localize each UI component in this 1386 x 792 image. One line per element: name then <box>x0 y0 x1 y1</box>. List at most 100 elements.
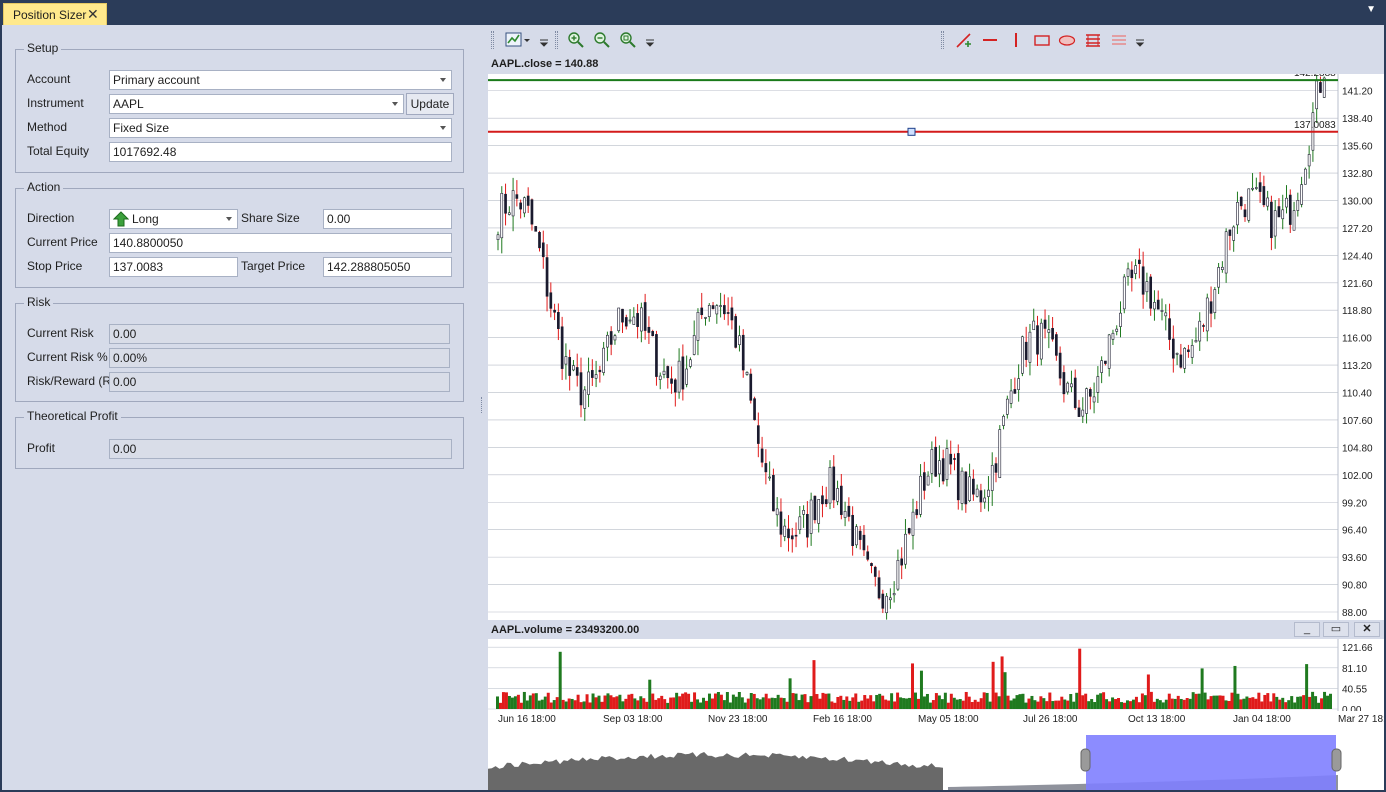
current-price-label: Current Price <box>27 235 98 249</box>
candle-body <box>1190 345 1194 358</box>
candle-body <box>598 369 602 373</box>
volume-bar <box>1072 701 1076 709</box>
overview-navigator[interactable] <box>488 735 1384 790</box>
candle-body <box>1149 276 1153 309</box>
target-price-input[interactable]: 142.288805050 <box>323 257 452 277</box>
volume-bar <box>1027 698 1031 709</box>
volume-bar <box>1176 695 1180 709</box>
splitter-grip[interactable] <box>481 397 483 413</box>
panel-splitter[interactable] <box>478 25 487 790</box>
volume-bar <box>1033 700 1037 709</box>
volume-bar <box>979 698 983 709</box>
volume-bar <box>836 696 840 709</box>
chevron-down-icon[interactable] <box>523 31 531 49</box>
account-select[interactable]: Primary account <box>109 70 452 90</box>
chart-type-icon[interactable] <box>505 31 523 49</box>
volume-bar <box>1039 696 1043 709</box>
volume-bar <box>1194 693 1198 709</box>
volume-bar <box>1134 696 1138 709</box>
volume-chart-svg[interactable]: 121.6681.1040.550.00 <box>488 639 1384 716</box>
volume-bar <box>1036 701 1040 709</box>
stop-price-input[interactable]: 137.0083 <box>109 257 238 277</box>
share-size-input[interactable]: 0.00 <box>323 209 452 229</box>
zoom-fit-icon[interactable] <box>619 31 637 49</box>
overflow-chevron-icon[interactable] <box>1135 31 1145 49</box>
toolbar-grip[interactable] <box>941 31 944 49</box>
y-tick-label: 138.40 <box>1342 114 1373 125</box>
volume-bar <box>1278 699 1282 709</box>
price-chart-svg[interactable]: 141.20 138.40 135.60 132.80 130.00 127.20 124.… <box>488 68 1384 620</box>
fibonacci-tool-icon[interactable] <box>1084 31 1102 49</box>
volume-bar <box>725 692 729 709</box>
update-button[interactable]: Update <box>406 93 454 115</box>
direction-select[interactable]: Long <box>109 209 238 229</box>
candle-body <box>843 511 847 518</box>
volume-chart[interactable]: 121.66 81.10 40.55 0.00 <box>488 639 1384 716</box>
close-icon[interactable]: ✕ <box>87 6 99 23</box>
candle-body <box>824 499 828 505</box>
overflow-chevron-icon[interactable] <box>539 31 549 49</box>
total-equity-input[interactable]: 1017692.48 <box>109 142 452 162</box>
candle-body <box>572 365 575 371</box>
current-price-input[interactable]: 140.8800050 <box>109 233 452 253</box>
zoom-in-icon[interactable] <box>567 31 585 49</box>
volume-bar <box>1251 697 1255 709</box>
volume-bar <box>525 700 529 709</box>
volume-bar <box>1296 696 1300 709</box>
zoom-out-icon[interactable] <box>593 31 611 49</box>
candle-body <box>1017 378 1020 390</box>
candle-body <box>534 226 538 232</box>
rectangle-tool-icon[interactable] <box>1033 31 1051 49</box>
volume-bar <box>1179 698 1183 709</box>
candle-body <box>515 194 519 199</box>
volume-bar <box>916 698 920 709</box>
candle-body <box>523 197 526 214</box>
candle-body <box>1088 389 1092 397</box>
toolbar-grip[interactable] <box>491 31 494 49</box>
volume-bar <box>531 693 535 709</box>
volume-bar <box>1123 702 1126 709</box>
volume-bar <box>949 693 953 709</box>
volume-bar <box>908 697 912 709</box>
candle-body <box>557 312 560 330</box>
candle-body <box>1236 202 1239 226</box>
channel-tool-icon[interactable] <box>1110 31 1128 49</box>
horizontal-line-tool-icon[interactable] <box>981 31 999 49</box>
price-chart[interactable]: 141.20 138.40 135.60 132.80 130.00 127.20 124.… <box>488 68 1384 620</box>
tab-strip: Position Sizer ✕ ▼ <box>0 0 1386 25</box>
ellipse-tool-icon[interactable] <box>1058 31 1076 49</box>
candle-body <box>636 313 639 327</box>
volume-bar <box>496 696 499 709</box>
overview-svg[interactable] <box>488 735 1384 790</box>
chevron-down-icon[interactable]: ▼ <box>1366 4 1376 15</box>
volume-bar <box>1158 700 1162 709</box>
candle-body <box>1266 197 1269 207</box>
volume-bar <box>1161 702 1165 709</box>
instrument-select[interactable]: AAPL <box>109 94 404 114</box>
volume-bar <box>639 696 643 709</box>
maximize-button[interactable]: ▭ <box>1323 622 1349 637</box>
volume-bar <box>779 697 783 709</box>
toolbar-grip[interactable] <box>555 31 558 49</box>
trend-line-tool-icon[interactable] <box>955 31 973 49</box>
candle-body <box>987 489 990 497</box>
account-label: Account <box>27 72 71 86</box>
volume-bar <box>791 693 795 709</box>
share-size-label: Share Size <box>241 211 300 225</box>
y-tick-label: 135.60 <box>1342 142 1373 153</box>
close-pane-button[interactable]: ✕ <box>1354 622 1380 637</box>
vertical-line-tool-icon[interactable] <box>1007 31 1025 49</box>
chevron-down-icon <box>392 102 398 106</box>
volume-bar <box>1302 695 1306 709</box>
volume-bar <box>1143 695 1147 709</box>
y-tick-label: 118.80 <box>1342 306 1372 317</box>
volume-bar <box>1182 699 1186 709</box>
tab-position-sizer[interactable]: Position Sizer ✕ <box>3 3 107 25</box>
minimize-button[interactable]: _ <box>1294 622 1320 637</box>
method-select[interactable]: Fixed Size <box>109 118 452 138</box>
volume-bar <box>1102 692 1106 709</box>
candle-body <box>1251 187 1254 190</box>
overflow-chevron-icon[interactable] <box>645 31 655 49</box>
candle-body <box>696 311 700 341</box>
candle-body <box>892 593 896 596</box>
